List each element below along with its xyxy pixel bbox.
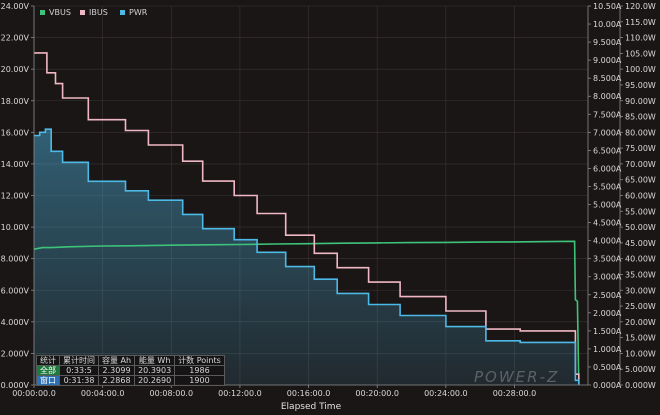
y-tick-voltage-label: 24.00V [1,2,30,11]
y-tick-current-label: 3.000A [593,273,622,282]
legend-label: VBUS [49,8,71,17]
stats-cell: 1986 [174,365,225,376]
y-tick-current-label: 5.000A [593,201,622,210]
y-tick-voltage-label: 8.000V [1,255,30,264]
stats-header-cell: 能量 Wh [134,355,176,366]
stats-header-row: 统计 累计时间 容量 Ah 能量 Wh 计数 Points [36,355,225,366]
y-tick-power-label: 105.0W [625,49,656,58]
power-z-logo: POWER-Z [474,368,560,386]
y-tick-power-label: 0.000W [625,381,656,390]
y-tick-power-label: 100.0W [625,65,656,74]
stats-cell: 1900 [174,375,225,386]
y-tick-current-label: 9.000A [593,56,622,65]
y-tick-voltage-label: 4.000V [1,318,30,327]
y-tick-power-label: 15.00W [625,334,656,343]
x-tick-label: 00:16:00.0 [287,389,331,398]
y-tick-voltage-label: 18.00V [1,97,30,106]
y-tick-voltage-label: 16.00V [1,128,30,137]
y-tick-power-label: 80.00W [625,128,656,137]
y-tick-current-label: 9.500A [593,38,622,47]
y-tick-current-label: 10.00A [593,20,622,29]
y-tick-current-label: 6.500A [593,146,622,155]
y-tick-current-label: 3.500A [593,255,622,264]
y-tick-power-label: 50.00W [625,223,656,232]
y-tick-current-label: 2.500A [593,291,622,300]
stats-cell: 0:31:38 [59,375,99,386]
y-tick-power-label: 115.0W [625,18,656,27]
y-tick-current-label: 2.000A [593,309,622,318]
stats-row-all[interactable]: 全部 0:33:5 2.3099 20.3903 1986 [36,365,225,376]
y-tick-current-label: 1.000A [593,345,622,354]
stats-header-cell: 累计时间 [59,355,99,366]
y-tick-power-label: 35.00W [625,270,656,279]
chart: 0.000V2.000V4.000V6.000V8.000V10.00V12.0… [0,0,660,415]
stats-cell: 20.3903 [134,365,176,376]
legend-label: PWR [129,8,148,17]
x-tick-label: 00:24:00.0 [424,389,468,398]
legend[interactable]: VBUS IBUS PWR [40,8,148,17]
y-tick-power-label: 40.00W [625,255,656,264]
y-tick-current-label: 10.50A [593,2,622,11]
stats-cell: 2.2868 [97,375,136,386]
y-tick-power-label: 120.0W [625,2,656,11]
legend-swatch [80,10,85,15]
y-tick-power-label: 95.00W [625,81,656,90]
legend-label: IBUS [89,8,108,17]
y-tick-power-label: 45.00W [625,239,656,248]
y-tick-power-label: 75.00W [625,144,656,153]
stats-row-label[interactable]: 窗口 [36,375,60,386]
y-tick-current-label: 4.000A [593,237,622,246]
x-tick-label: 00:20:00.0 [355,389,399,398]
y-tick-current-label: 7.500A [593,110,622,119]
x-tick-label: 00:00:00.0 [12,389,56,398]
y-tick-voltage-label: 14.00V [1,160,30,169]
y-tick-power-label: 85.00W [625,113,656,122]
x-tick-label: 00:04:00.0 [81,389,125,398]
y-tick-current-label: 8.000A [593,92,622,101]
stats-header-cell: 计数 Points [174,355,225,366]
y-tick-power-label: 90.00W [625,97,656,106]
y-tick-voltage-label: 2.000V [1,349,30,358]
y-tick-power-label: 10.00W [625,349,656,358]
stats-cell: 20.2690 [134,375,176,386]
y-tick-current-label: 0.500A [593,363,622,372]
y-tick-voltage-label: 22.00V [1,34,30,43]
y-tick-power-label: 60.00W [625,192,656,201]
stats-row-window[interactable]: 窗口 0:31:38 2.2868 20.2690 1900 [36,375,225,386]
x-tick-label: 00:12:00.0 [218,389,262,398]
y-tick-power-label: 30.00W [625,286,656,295]
y-tick-voltage-label: 12.00V [1,192,30,201]
y-tick-power-label: 70.00W [625,160,656,169]
stats-header-cell: 容量 Ah [97,355,136,366]
y-tick-power-label: 5.000W [625,365,656,374]
stats-cell: 0:33:5 [59,365,99,376]
stats-header-cell: 统计 [36,355,60,366]
x-axis-label: Elapsed Time [281,402,342,412]
y-tick-power-label: 25.00W [625,302,656,311]
y-tick-voltage-label: 10.00V [1,223,30,232]
stats-cell: 2.3099 [97,365,136,376]
y-tick-power-label: 110.0W [625,34,656,43]
y-tick-current-label: 6.000A [593,164,622,173]
y-tick-current-label: 5.500A [593,182,622,191]
legend-swatch [40,10,45,15]
y-tick-current-label: 0.000A [593,381,622,390]
legend-swatch [120,10,125,15]
x-tick-label: 00:08:00.0 [150,389,194,398]
y-tick-power-label: 65.00W [625,176,656,185]
y-tick-power-label: 20.00W [625,318,656,327]
y-tick-current-label: 4.500A [593,219,622,228]
y-tick-current-label: 8.500A [593,74,622,83]
y-tick-voltage-label: 6.000V [1,286,30,295]
stats-row-label[interactable]: 全部 [36,365,60,376]
x-tick-label: 00:28:00.0 [493,389,537,398]
y-tick-current-label: 7.000A [593,128,622,137]
y-tick-power-label: 55.00W [625,207,656,216]
stats-table: 统计 累计时间 容量 Ah 能量 Wh 计数 Points 全部 0:33:5 … [36,355,225,386]
y-tick-voltage-label: 20.00V [1,65,30,74]
y-tick-current-label: 1.500A [593,327,622,336]
